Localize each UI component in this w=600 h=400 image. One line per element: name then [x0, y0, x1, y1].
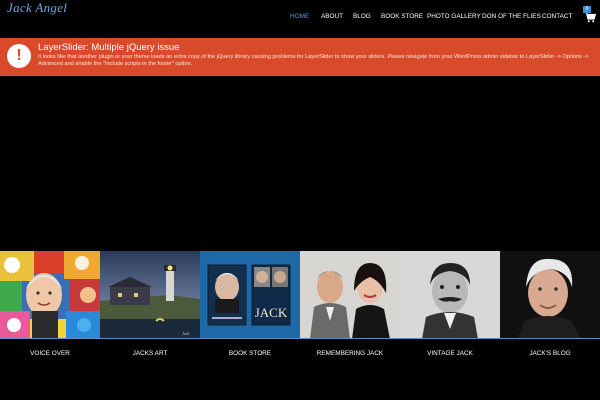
- nav-contact[interactable]: CONTACT: [542, 13, 576, 20]
- nav-blog[interactable]: BLOG: [353, 13, 381, 20]
- svg-text:Jack: Jack: [182, 331, 190, 336]
- nav-about[interactable]: ABOUT: [321, 13, 353, 20]
- jack-portrait-image: [500, 251, 600, 339]
- main-nav: HOME ABOUT BLOG BOOK STORE PHOTO GALLERY…: [290, 13, 576, 20]
- label-book-store[interactable]: BOOK STORE: [200, 350, 300, 357]
- nav-book-store[interactable]: BOOK STORE: [381, 13, 427, 20]
- tile-vintage-jack[interactable]: [400, 251, 500, 339]
- nav-don-of-the-flies[interactable]: DON OF THE FLIES: [482, 13, 542, 20]
- nav-home[interactable]: HOME: [290, 13, 321, 20]
- alert-icon: !: [7, 44, 31, 68]
- nav-photo-gallery[interactable]: PHOTO GALLERY: [427, 13, 482, 20]
- tile-remembering-jack[interactable]: [300, 251, 400, 339]
- cart-count-badge: 0: [583, 6, 591, 13]
- logo-second-word: Angel: [35, 0, 68, 15]
- notice-message: It looks like that another plugin or you…: [38, 54, 589, 68]
- feature-tiles: Jack JACK: [0, 251, 600, 339]
- tile-voice-over[interactable]: [0, 251, 100, 339]
- label-jacks-blog[interactable]: JACK'S BLOG: [500, 350, 600, 357]
- tile-labels: VOICE OVER JACKS ART BOOK STORE REMEMBER…: [0, 350, 600, 357]
- vintage-portrait-image: [400, 251, 500, 339]
- site-header: Jack Angel HOME ABOUT BLOG BOOK STORE PH…: [0, 0, 600, 36]
- tile-book-store[interactable]: JACK: [200, 251, 300, 339]
- lighthouse-painting-image: Jack: [100, 251, 200, 339]
- tile-jacks-art[interactable]: Jack: [100, 251, 200, 339]
- site-logo[interactable]: Jack Angel: [7, 0, 67, 16]
- book-covers-image: JACK: [200, 251, 300, 339]
- voice-over-image: [0, 251, 100, 339]
- label-voice-over[interactable]: VOICE OVER: [0, 350, 100, 357]
- label-vintage-jack[interactable]: VINTAGE JACK: [400, 350, 500, 357]
- layerslider-error-notice: ! LayerSlider: Multiple jQuery issue It …: [0, 38, 600, 76]
- tiles-divider: [0, 338, 600, 339]
- logo-first-word: Jack: [7, 0, 33, 15]
- notice-title: LayerSlider: Multiple jQuery issue: [38, 42, 180, 53]
- label-remembering-jack[interactable]: REMEMBERING JACK: [300, 350, 400, 357]
- couple-photo-image: [300, 251, 400, 339]
- book-title-text: JACK: [255, 305, 288, 320]
- tile-jacks-blog[interactable]: [500, 251, 600, 339]
- label-jacks-art[interactable]: JACKS ART: [100, 350, 200, 357]
